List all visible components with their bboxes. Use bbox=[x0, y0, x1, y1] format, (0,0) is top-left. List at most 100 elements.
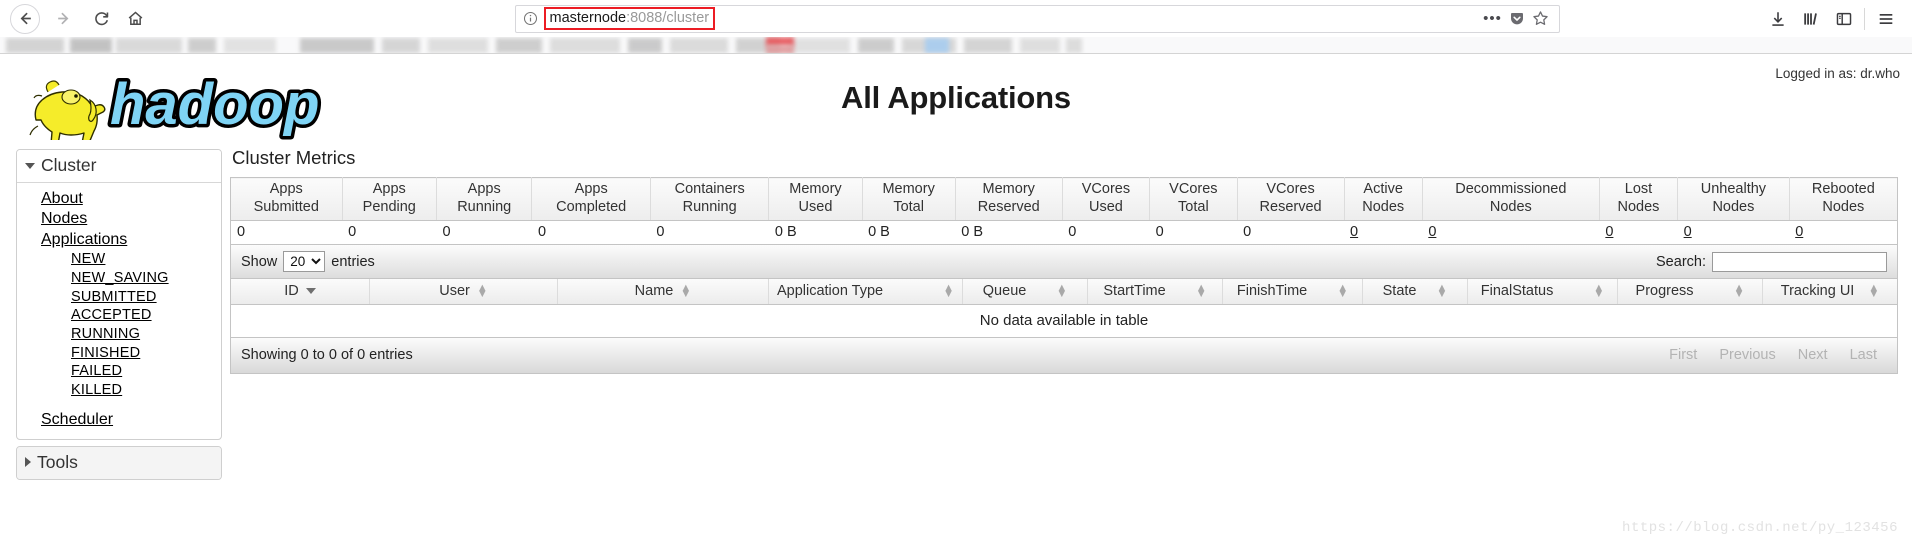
metric-link-unhealthy-nodes[interactable]: 0 bbox=[1684, 224, 1692, 240]
metric-value-unhealthy-nodes: 0 bbox=[1677, 220, 1790, 245]
metric-header-memory-used: Memory Used bbox=[768, 177, 863, 222]
metric-header-apps-running: Apps Running bbox=[436, 177, 533, 222]
bookmark-item[interactable] bbox=[116, 38, 182, 53]
metric-value-active-nodes: 0 bbox=[1344, 220, 1423, 245]
column-label-user: User bbox=[439, 283, 470, 300]
sidebar-item-accepted[interactable]: ACCEPTED bbox=[17, 306, 221, 325]
cluster-panel-body: About Nodes Applications NEW NEW_SAVING … bbox=[17, 183, 221, 439]
column-header-user[interactable]: User ▲ ▼ bbox=[369, 279, 558, 306]
column-header-progress[interactable]: Progress ▲ ▼ bbox=[1617, 279, 1763, 306]
sort-both-icon: ▲ ▼ bbox=[1337, 282, 1349, 301]
metric-header-vcores-used: VCores Used bbox=[1062, 177, 1151, 222]
sidebar-item-about[interactable]: About bbox=[17, 189, 221, 209]
column-header-starttime[interactable]: StartTime ▲ ▼ bbox=[1087, 279, 1223, 306]
tools-panel-title: Tools bbox=[37, 451, 78, 472]
cluster-panel: Cluster About Nodes Applications NEW NEW… bbox=[16, 149, 222, 440]
reload-button[interactable] bbox=[84, 4, 118, 34]
sidebar-item-scheduler[interactable]: Scheduler bbox=[17, 410, 221, 430]
pocket-icon[interactable] bbox=[1505, 7, 1529, 31]
page-header: hadoop hadoop All Applications bbox=[0, 54, 1912, 148]
pagination-previous[interactable]: Previous bbox=[1709, 345, 1785, 365]
metric-header-rebooted-nodes: Rebooted Nodes bbox=[1789, 177, 1898, 222]
column-header-finishtime[interactable]: FinishTime ▲ ▼ bbox=[1222, 279, 1363, 306]
sidebar-item-failed[interactable]: FAILED bbox=[17, 362, 221, 381]
bookmark-item[interactable] bbox=[300, 38, 374, 53]
tools-panel-header[interactable]: Tools bbox=[17, 446, 221, 479]
cluster-metrics-table: Apps Submitted Apps Pending Apps Running… bbox=[230, 177, 1898, 246]
metric-value-rebooted-nodes: 0 bbox=[1789, 220, 1898, 245]
sort-both-icon: ▲ ▼ bbox=[1593, 282, 1605, 301]
sort-both-icon: ▲ ▼ bbox=[1056, 282, 1068, 301]
page-length-select[interactable]: 20 bbox=[283, 251, 326, 273]
bookmark-item-blue[interactable] bbox=[925, 38, 949, 53]
entries-label: entries bbox=[331, 253, 375, 270]
star-icon[interactable] bbox=[1529, 7, 1553, 31]
sidebar-item-running[interactable]: RUNNING bbox=[17, 325, 221, 344]
url-bar[interactable]: masternode:8088/cluster ••• bbox=[514, 4, 1560, 33]
sort-both-icon: ▲ ▼ bbox=[1195, 282, 1207, 301]
library-icon[interactable] bbox=[1794, 4, 1827, 34]
cluster-metrics-title: Cluster Metrics bbox=[232, 147, 356, 168]
bookmark-item[interactable] bbox=[1066, 38, 1082, 53]
bookmark-item[interactable] bbox=[6, 38, 64, 53]
hamburger-menu-icon[interactable] bbox=[1869, 4, 1902, 34]
bookmarks-toolbar[interactable] bbox=[0, 37, 1912, 54]
metric-value-memory-total: 0 B bbox=[862, 220, 956, 245]
sidebar-item-nodes[interactable]: Nodes bbox=[17, 209, 221, 229]
sidebar-item-applications[interactable]: Applications bbox=[17, 230, 221, 250]
bookmark-item-red-lower[interactable] bbox=[766, 45, 794, 53]
cluster-panel-header[interactable]: Cluster bbox=[17, 150, 221, 183]
back-button[interactable] bbox=[10, 3, 40, 34]
pagination-next[interactable]: Next bbox=[1788, 345, 1838, 365]
column-header-application-type[interactable]: Application Type ▲ ▼ bbox=[768, 279, 964, 306]
empty-table-message: No data available in table bbox=[230, 304, 1898, 339]
bookmark-item[interactable] bbox=[1020, 38, 1060, 53]
metric-link-decommissioned-nodes[interactable]: 0 bbox=[1428, 224, 1436, 240]
watermark: https://blog.csdn.net/py_123456 bbox=[1622, 520, 1898, 536]
column-header-tracking-ui[interactable]: Tracking UI ▲ ▼ bbox=[1762, 279, 1898, 306]
bookmark-item[interactable] bbox=[382, 38, 420, 53]
forward-button[interactable] bbox=[46, 4, 80, 34]
bookmark-item[interactable] bbox=[670, 38, 728, 53]
sort-both-icon: ▲ ▼ bbox=[680, 282, 692, 301]
column-header-id[interactable]: ID bbox=[230, 279, 371, 306]
sidebar-icon[interactable] bbox=[1827, 4, 1860, 34]
metric-value-apps-submitted: 0 bbox=[230, 220, 343, 245]
page-info-icon[interactable] bbox=[522, 10, 540, 28]
search-input[interactable] bbox=[1712, 251, 1887, 272]
downloads-icon[interactable] bbox=[1761, 4, 1794, 34]
pagination-last[interactable]: Last bbox=[1840, 345, 1887, 365]
bookmark-item[interactable] bbox=[224, 38, 276, 53]
bookmark-item[interactable] bbox=[788, 38, 850, 53]
home-button[interactable] bbox=[118, 4, 152, 34]
bookmark-item[interactable] bbox=[188, 38, 216, 53]
column-header-queue[interactable]: Queue ▲ ▼ bbox=[962, 279, 1088, 306]
sidebar-item-killed[interactable]: KILLED bbox=[17, 381, 221, 400]
page-length-control: Show 20 entries bbox=[241, 251, 375, 273]
search-control: Search: bbox=[1656, 251, 1887, 272]
column-header-state[interactable]: State ▲ ▼ bbox=[1362, 279, 1468, 306]
bookmark-item[interactable] bbox=[628, 38, 662, 53]
bookmark-item[interactable] bbox=[496, 38, 542, 53]
metric-link-lost-nodes[interactable]: 0 bbox=[1605, 224, 1613, 240]
sidebar-item-finished[interactable]: FINISHED bbox=[17, 344, 221, 363]
cluster-metrics-header-row: Apps Submitted Apps Pending Apps Running… bbox=[230, 177, 1898, 222]
bookmark-item[interactable] bbox=[70, 38, 112, 53]
metric-link-rebooted-nodes[interactable]: 0 bbox=[1795, 224, 1803, 240]
sidebar-item-new[interactable]: NEW bbox=[17, 250, 221, 269]
column-header-name[interactable]: Name ▲ ▼ bbox=[557, 279, 769, 306]
sidebar-item-new-saving[interactable]: NEW_SAVING bbox=[17, 269, 221, 288]
metric-link-active-nodes[interactable]: 0 bbox=[1350, 224, 1358, 240]
metric-header-apps-submitted: Apps Submitted bbox=[230, 177, 343, 222]
pagination: First Previous Next Last bbox=[1659, 345, 1887, 365]
bookmark-item[interactable] bbox=[428, 38, 488, 53]
column-header-finalstatus[interactable]: FinalStatus ▲ ▼ bbox=[1467, 279, 1618, 306]
metric-header-apps-completed: Apps Completed bbox=[531, 177, 651, 222]
main-content: Cluster Metrics Apps Submitted Apps Pend… bbox=[222, 147, 1912, 375]
bookmark-item[interactable] bbox=[964, 38, 1012, 53]
sidebar-item-submitted[interactable]: SUBMITTED bbox=[17, 288, 221, 307]
page-actions-ellipsis-icon[interactable]: ••• bbox=[1481, 7, 1505, 31]
pagination-first[interactable]: First bbox=[1659, 345, 1707, 365]
bookmark-item[interactable] bbox=[550, 38, 620, 53]
bookmark-item[interactable] bbox=[858, 38, 894, 53]
